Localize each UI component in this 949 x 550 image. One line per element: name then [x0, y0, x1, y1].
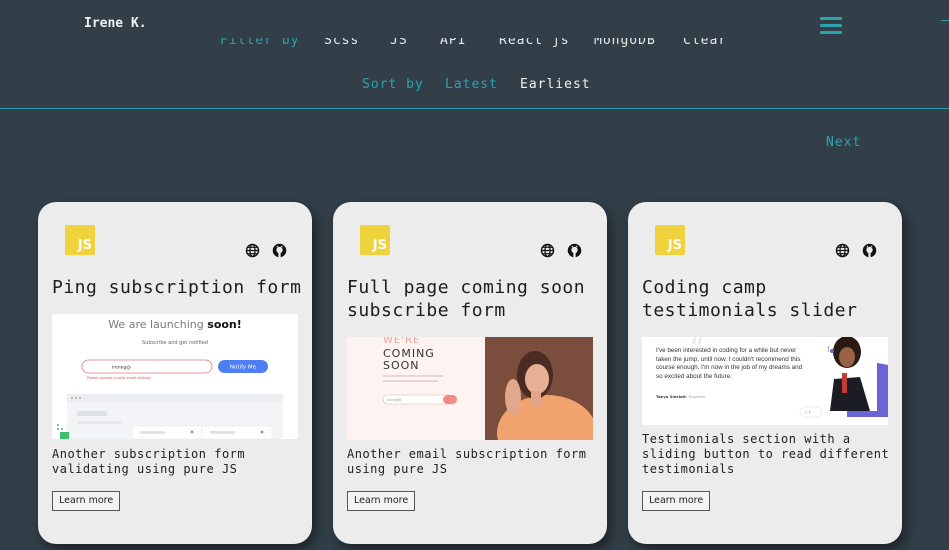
- js-badge-label: JS: [667, 238, 682, 253]
- hamburger-bar: [820, 31, 842, 34]
- project-screenshot: WE'RE COMING SOON ireneg@: [347, 337, 593, 440]
- project-screenshot: “ I've been interested in coding for a w…: [642, 337, 888, 425]
- preview-input-value: ireneg@: [387, 398, 402, 402]
- filter-option-clear[interactable]: Clear: [683, 38, 727, 48]
- card-links: [245, 243, 290, 259]
- preview-line1: WE'RE: [383, 337, 420, 346]
- card-title: Full page coming soon subscribe form: [347, 277, 586, 321]
- header-edge-line: [941, 20, 949, 21]
- github-icon[interactable]: [862, 243, 877, 258]
- preview-notify-label: Notify Me: [230, 365, 257, 371]
- js-badge-icon: JS: [65, 225, 95, 255]
- project-card: JS Coding camp testimonials slider “ I'v…: [628, 202, 902, 544]
- github-icon[interactable]: [272, 243, 287, 258]
- preview-subtext: Subscribe and get notified: [142, 340, 208, 346]
- svg-text:‹ ›: ‹ ›: [805, 410, 811, 416]
- card-title: Coding camp testimonials slider: [642, 277, 858, 321]
- hamburger-bar: [820, 17, 842, 20]
- project-card: JS Full page coming soon subscribe form …: [333, 202, 607, 544]
- site-header: Irene K. Filter by Scss JS API React js …: [0, 0, 949, 109]
- card-description: Testimonials section with a sliding butt…: [642, 432, 890, 476]
- hamburger-bar: [820, 24, 842, 27]
- card-title: Ping subscription form: [52, 277, 302, 298]
- filter-option-react[interactable]: React js: [499, 38, 570, 48]
- card-links: [835, 243, 880, 259]
- sort-label: Sort by: [362, 77, 424, 92]
- filter-option-api[interactable]: API: [440, 38, 466, 48]
- preview-error-text: Please provide a valid email address: [87, 376, 151, 380]
- js-badge-label: JS: [77, 238, 92, 253]
- learn-more-button[interactable]: Learn more: [347, 491, 416, 511]
- site-logo[interactable]: Irene K.: [84, 16, 147, 31]
- js-badge-icon: JS: [655, 225, 685, 255]
- card-description: Another subscription form validating usi…: [52, 447, 246, 476]
- preview-line3: SOON: [383, 359, 420, 372]
- preview-quote: I've been interested in coding for a whi…: [656, 347, 803, 380]
- github-icon[interactable]: [567, 243, 582, 258]
- filter-option-js[interactable]: JS: [390, 38, 408, 48]
- sort-option-earliest[interactable]: Earliest: [520, 77, 591, 92]
- hamburger-menu-icon[interactable]: [820, 16, 842, 36]
- preview-email-input: [81, 359, 213, 374]
- filter-option-mongodb[interactable]: MongoDB: [594, 38, 656, 48]
- sort-option-latest[interactable]: Latest: [445, 77, 498, 92]
- filter-option-scss[interactable]: Scss: [324, 38, 359, 48]
- js-badge-label: JS: [372, 238, 387, 253]
- globe-icon[interactable]: [245, 243, 260, 258]
- card-links: [540, 243, 585, 259]
- globe-icon[interactable]: [835, 243, 850, 258]
- learn-more-button[interactable]: Learn more: [52, 491, 121, 511]
- preview-heading: We are launching soon!: [108, 318, 242, 331]
- filter-bar: Filter by Scss JS API React js MongoDB C…: [0, 38, 949, 52]
- project-screenshot: We are launching soon! Subscribe and get…: [52, 314, 298, 439]
- js-badge-icon: JS: [360, 225, 390, 255]
- card-description: Another email subscription form using pu…: [347, 447, 587, 476]
- next-page-link[interactable]: Next: [826, 135, 861, 150]
- learn-more-button[interactable]: Learn more: [642, 491, 711, 511]
- preview-input-value: ireneg@: [112, 365, 131, 371]
- filter-label: Filter by: [220, 38, 300, 48]
- globe-icon[interactable]: [540, 243, 555, 258]
- preview-role: UX Engineer: [682, 394, 706, 399]
- project-card: JS Ping subscription form We are launchi…: [38, 202, 312, 544]
